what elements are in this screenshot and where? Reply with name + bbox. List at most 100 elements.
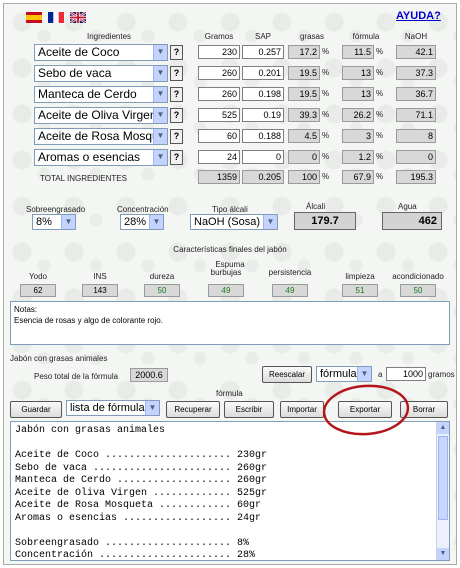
alkali-type-value: NaOH (Sosa) [194,216,261,228]
formula-output-text: Jabón con grasas animales Aceite de Coco … [15,425,268,561]
total-sap: 0.205 [242,170,284,184]
rescale-mode-select[interactable]: fórmula ▼ [316,366,372,382]
formula-percent: 3 [342,129,374,143]
grams-input[interactable]: 260 [198,87,240,101]
french-flag-icon[interactable] [48,12,64,23]
fats-percent-sign: % [322,152,330,161]
recover-button[interactable]: Recuperar [166,401,220,418]
rescale-mode-value: fórmula [320,368,357,380]
fats-percent-sign: % [322,68,330,77]
fats-percent: 4.5 [288,129,320,143]
help-link[interactable]: AYUDA? [396,10,441,22]
property-value: 62 [20,284,56,297]
property-label: persistencia [268,268,312,277]
grams-input[interactable]: 525 [198,108,240,122]
formula-output-textarea[interactable]: Jabón con grasas animales Aceite de Coco … [10,421,450,561]
naoh-value: 0 [396,150,436,164]
save-button[interactable]: Guardar [10,401,62,418]
total-label: TOTAL INGREDIENTES [40,174,127,183]
property-label: INS [93,272,107,281]
fats-percent: 39.3 [288,108,320,122]
ingredient-name: Sebo de vaca [38,66,112,80]
sap-input[interactable]: 0.188 [242,129,284,143]
grams-input[interactable]: 60 [198,129,240,143]
sap-input[interactable]: 0.198 [242,87,284,101]
alkali-type-label: Tipo álcali [212,205,248,214]
ingredient-select[interactable]: Manteca de Cerdo ▼ [34,86,168,103]
uk-flag-icon[interactable] [70,12,86,23]
notes-textarea[interactable]: Notas: Esencia de rosas y algo de colora… [10,301,450,345]
chevron-down-icon: ▼ [145,401,159,415]
formula-list-select[interactable]: lista de fórmulas ▼ [66,400,160,416]
output-line: Concentración ...................... 28% [15,550,256,561]
property-label: burbujas [210,268,242,277]
naoh-value: 37.3 [396,66,436,80]
formula-list-value: lista de fórmulas [70,402,151,414]
formula-percent: 11.5 [342,45,374,59]
highlight-circle-annotation [322,384,410,436]
total-fats-percent-sign: % [322,172,330,181]
chevron-down-icon: ▼ [263,215,277,229]
ingredient-select[interactable]: Aceite de Oliva Virgen ▼ [34,107,168,124]
ingredient-name: Manteca de Cerdo [38,87,137,101]
ingredient-name: Aceite de Coco [38,45,120,59]
total-formula-percent-sign: % [376,172,384,181]
spanish-flag-icon[interactable] [26,12,42,23]
ingredient-name: Aromas o esencias [38,150,141,164]
output-line: Aceite de Rosa Mosqueta ............ 60g… [15,500,262,511]
ingredient-select[interactable]: Aceite de Coco ▼ [34,44,168,61]
total-formula: 67.9 [342,170,374,184]
ingredient-select[interactable]: Sebo de vaca ▼ [34,65,168,82]
ingredient-select[interactable]: Aromas o esencias ▼ [34,149,168,166]
scroll-up-icon[interactable]: ▲ [437,422,449,434]
import-button[interactable]: Importar [280,401,324,418]
naoh-value: 71.1 [396,108,436,122]
grams-input[interactable]: 260 [198,66,240,80]
ingredient-help-button[interactable]: ? [170,150,183,165]
ingredient-help-button[interactable]: ? [170,66,183,81]
chevron-down-icon: ▼ [153,129,167,144]
formula-percent-sign: % [376,110,384,119]
chevron-down-icon: ▼ [153,66,167,81]
scroll-down-icon[interactable]: ▼ [437,548,449,560]
formula-percent-sign: % [376,47,384,56]
output-line: Aceite de Oliva Virgen ............. 525… [15,487,268,499]
alkali-type-select[interactable]: NaOH (Sosa) ▼ [190,214,278,230]
chevron-down-icon: ▼ [61,215,75,229]
notes-text: Esencia de rosas y algo de colorante roj… [14,316,163,325]
sap-input[interactable]: 0.201 [242,66,284,80]
property-value: 49 [208,284,244,297]
sap-input[interactable]: 0.257 [242,45,284,59]
water-value: 462 [382,212,442,230]
property-label: dureza [149,272,175,281]
total-naoh: 195.3 [396,170,436,184]
ingredient-help-button[interactable]: ? [170,87,183,102]
fats-percent-sign: % [322,47,330,56]
superfat-label: Sobreengrasado [26,205,86,214]
grams-label: gramos [428,370,455,379]
ingredient-select[interactable]: Aceite de Rosa Mosquet ▼ [34,128,168,145]
output-scrollbar[interactable]: ▲ ▼ [436,422,449,560]
ingredient-help-button[interactable]: ? [170,108,183,123]
chevron-down-icon: ▼ [153,45,167,60]
formula-header: fórmula [352,32,380,41]
sap-input[interactable]: 0 [242,150,284,164]
scrollbar-thumb[interactable] [438,436,448,520]
grams-input[interactable]: 230 [198,45,240,59]
formula-percent: 26.2 [342,108,374,122]
superfat-select[interactable]: 8% ▼ [32,214,76,230]
grams-input[interactable]: 24 [198,150,240,164]
ingredient-help-button[interactable]: ? [170,45,183,60]
write-button[interactable]: Escribir [224,401,274,418]
target-grams-input[interactable]: 1000 [386,367,426,381]
concentration-select[interactable]: 28% ▼ [120,214,164,230]
fats-percent-sign: % [322,89,330,98]
sap-input[interactable]: 0.19 [242,108,284,122]
naoh-value: 42.1 [396,45,436,59]
ingredient-help-button[interactable]: ? [170,129,183,144]
chevron-down-icon: ▼ [149,215,163,229]
formula-percent-sign: % [376,68,384,77]
rescale-button[interactable]: Reescalar [262,366,312,383]
